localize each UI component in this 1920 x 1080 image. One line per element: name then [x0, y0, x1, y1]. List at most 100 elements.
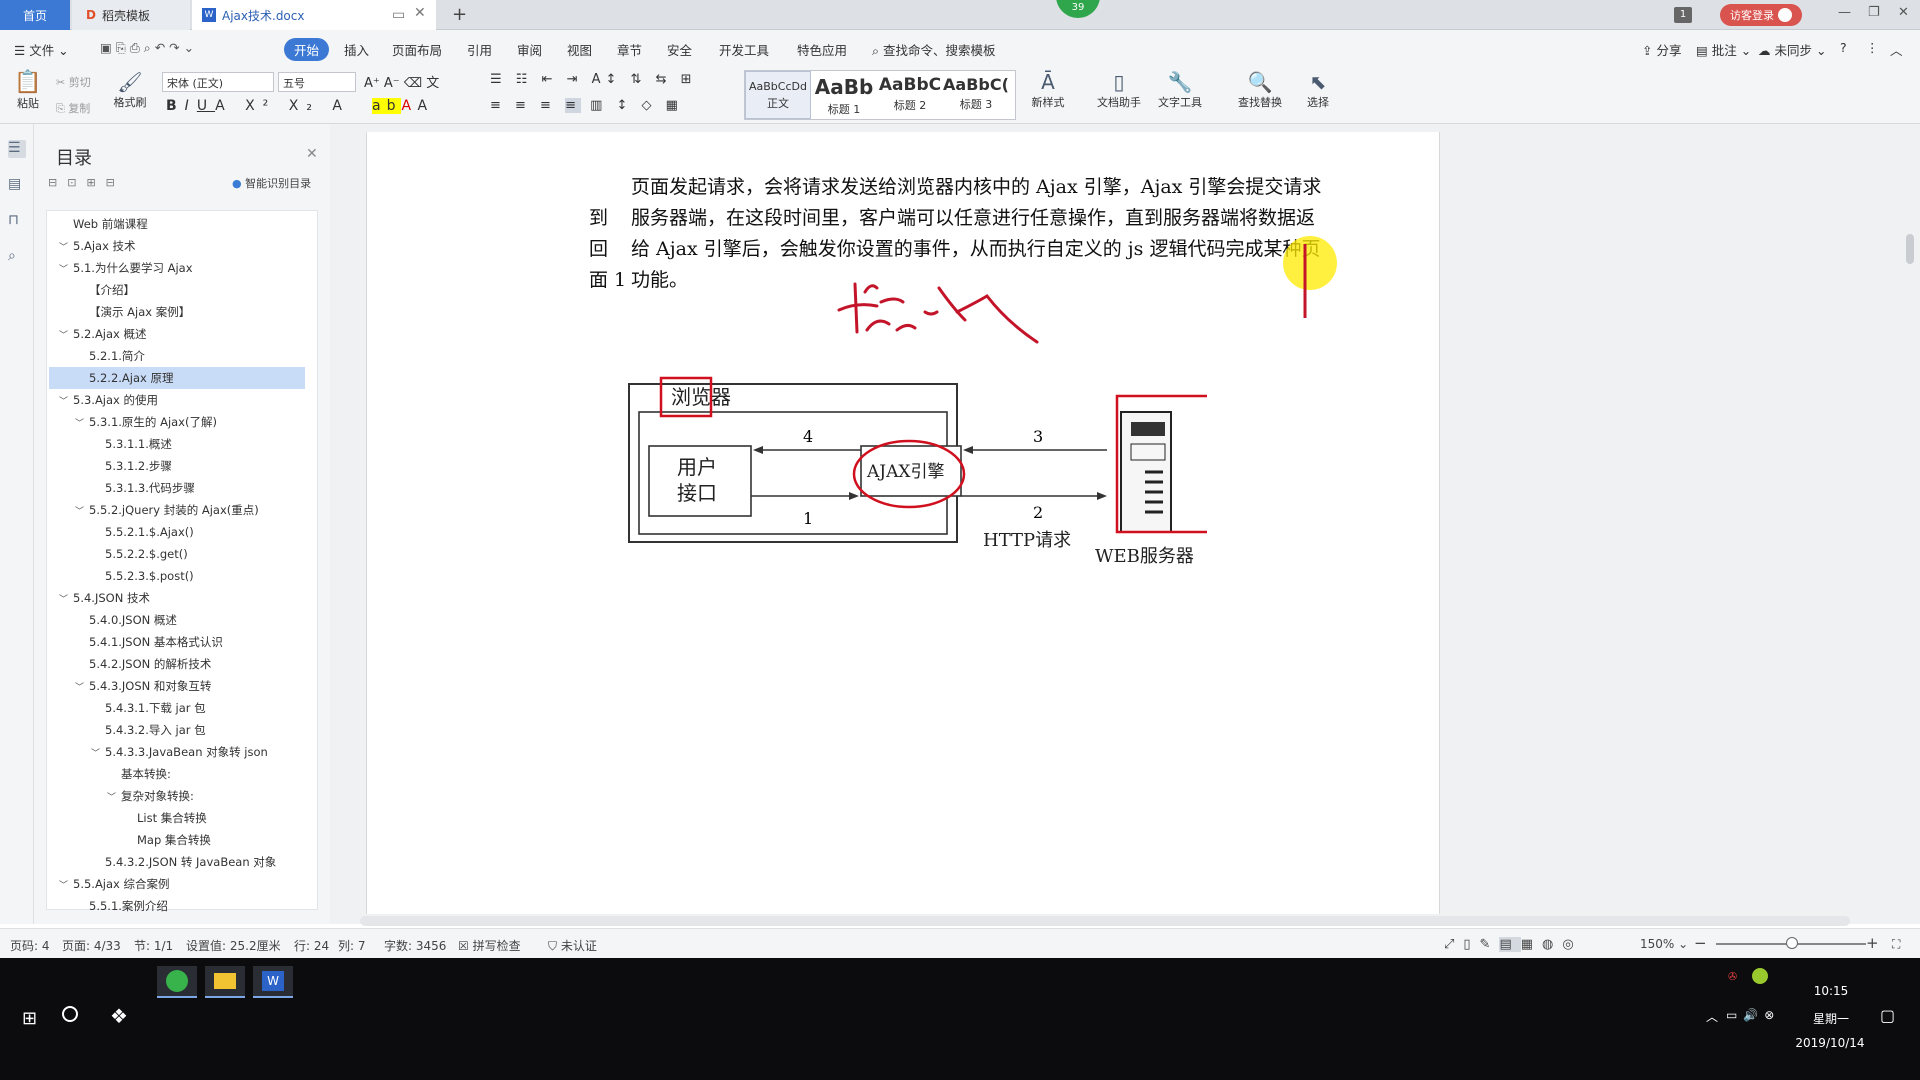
doc-helper-button[interactable]: ▯ 文档助手 — [1092, 70, 1146, 110]
cortana-icon[interactable] — [62, 1006, 78, 1022]
toc-item[interactable]: 5.4.0.JSON 概述 — [49, 609, 305, 631]
notification-icon[interactable]: ▢ — [1880, 1006, 1895, 1025]
horizontal-scrollbar[interactable] — [360, 916, 1850, 926]
toc-item[interactable]: ﹀ 5.Ajax 技术 — [49, 235, 305, 257]
vertical-scrollbar[interactable] — [1900, 124, 1920, 924]
new-tab-icon[interactable]: + — [452, 4, 467, 25]
menu-start[interactable]: 开始 — [284, 38, 330, 61]
font-size-adjust[interactable]: A⁺ A⁻ ⌫ 文 — [364, 72, 439, 91]
taskbar-wps[interactable]: W — [253, 966, 293, 998]
new-style-button[interactable]: Ā 新样式 — [1026, 70, 1070, 110]
menu-chapter[interactable]: 章节 — [617, 40, 642, 59]
toc-item[interactable]: ﹀ 5.3.Ajax 的使用 — [49, 389, 305, 411]
font-size-select[interactable]: 五号 — [278, 72, 356, 92]
list-indent-buttons[interactable]: ☰ ☷ ⇤ ⇥ A↕ ⇅ ⇆ ⊞ — [490, 72, 696, 87]
toc-expand-icon[interactable]: ﹀ — [59, 325, 73, 347]
style-gallery[interactable]: AaBbCcDd 正文 AaBb 标题 1 AaBbC 标题 2 AaBbC(标题 3 — [744, 70, 1016, 120]
tray-plus-icon[interactable] — [1752, 968, 1768, 984]
toc-item[interactable]: ﹀ 5.5.2.jQuery 封装的 Ajax(重点) — [49, 499, 305, 521]
tray-chevron-icon[interactable]: ︿ — [1706, 1008, 1718, 1025]
command-search[interactable]: ⌕ 查找命令、搜索模板 — [872, 40, 996, 59]
toc-expand-icon[interactable]: ﹀ — [59, 589, 73, 611]
toc-item[interactable]: 5.4.2.JSON 的解析技术 — [49, 653, 305, 675]
toc-item[interactable]: 5.4.3.1.下载 jar 包 — [49, 697, 305, 719]
certification-button[interactable]: ⛉ 未认证 — [548, 937, 597, 954]
clock-date[interactable]: 2019/10/14 — [1790, 1036, 1870, 1050]
monitor-icon[interactable]: ▭ — [392, 7, 405, 23]
toc-item[interactable]: 5.2.2.Ajax 原理 — [49, 367, 305, 389]
menu-review[interactable]: 审阅 — [517, 40, 542, 59]
taskbar-explorer[interactable] — [205, 966, 245, 998]
quick-access-icons[interactable]: ▣ ⎘ ⎙ ⌕ ↶ ↷ ⌄ — [100, 40, 194, 56]
toc-panel-icon[interactable]: ☰ — [8, 140, 26, 158]
toc-item[interactable]: 【演示 Ajax 案例】 — [49, 301, 305, 323]
taskbar-browser[interactable] — [157, 966, 197, 998]
zoom-select[interactable]: 150% ⌄ — [1640, 937, 1688, 951]
toc-item[interactable]: ﹀ 5.3.1.原生的 Ajax(了解) — [49, 411, 305, 433]
find-replace-button[interactable]: 🔍 查找替换 — [1230, 70, 1290, 110]
toc-item[interactable]: 5.4.3.2.导入 jar 包 — [49, 719, 305, 741]
toc-item[interactable]: Map 集合转换 — [49, 829, 305, 851]
share-button[interactable]: ⇪ 分享 — [1642, 40, 1681, 59]
toc-item[interactable]: 5.3.1.2.步骤 — [49, 455, 305, 477]
style-h2[interactable]: AaBbC 标题 2 — [877, 71, 943, 119]
close-tab-icon[interactable]: ✕ — [414, 5, 426, 21]
menu-insert[interactable]: 插入 — [344, 40, 369, 59]
toc-item[interactable]: ﹀ 5.1.为什么要学习 Ajax — [49, 257, 305, 279]
style-h1[interactable]: AaBb 标题 1 — [811, 71, 877, 119]
toc-item[interactable]: 5.5.1.案例介绍 — [49, 895, 305, 917]
remove-toc-icon[interactable]: ⊟ — [106, 176, 115, 189]
tab-templates[interactable]: D 稻壳模板 — [72, 0, 190, 30]
toc-item[interactable]: 5.4.1.JSON 基本格式认识 — [49, 631, 305, 653]
toc-item[interactable]: ﹀ 5.4.JSON 技术 — [49, 587, 305, 609]
style-normal[interactable]: AaBbCcDd 正文 — [745, 71, 811, 119]
toc-item[interactable]: 5.5.2.1.$.Ajax() — [49, 521, 305, 543]
help-icon[interactable]: ? — [1840, 40, 1847, 55]
menu-developer[interactable]: 开发工具 — [719, 40, 769, 59]
toc-item[interactable]: 5.4.3.2.JSON 转 JavaBean 对象 — [49, 851, 305, 873]
spell-check-button[interactable]: ☒ 拼写检查 — [458, 937, 521, 954]
toc-expand-icon[interactable]: ﹀ — [59, 875, 73, 897]
toc-item[interactable]: ﹀ 复杂对象转换: — [49, 785, 305, 807]
bookmark-icon[interactable]: ⊓ — [8, 212, 26, 230]
toc-item[interactable]: 5.3.1.3.代码步骤 — [49, 477, 305, 499]
copy-button[interactable]: ⎘ 复制 — [56, 100, 90, 116]
toc-item[interactable]: Web 前端课程 — [49, 213, 305, 235]
expand-all-icon[interactable]: ⊡ — [67, 176, 76, 189]
toc-item[interactable]: ﹀ 5.5.Ajax 综合案例 — [49, 873, 305, 895]
font-family-select[interactable]: 宋体 (正文) — [162, 72, 274, 92]
file-menu[interactable]: ☰ 文件 ⌄ — [14, 40, 69, 59]
status-words[interactable]: 字数: 3456 — [384, 937, 446, 954]
toc-item[interactable]: 5.5.2.2.$.get() — [49, 543, 305, 565]
toc-item[interactable]: ﹀ 5.4.3.3.JavaBean 对象转 json — [49, 741, 305, 763]
toc-item[interactable]: ﹀ 5.2.Ajax 概述 — [49, 323, 305, 345]
zoom-out-icon[interactable]: − — [1694, 934, 1707, 952]
toc-item[interactable]: ﹀ 5.4.3.JOSN 和对象互转 — [49, 675, 305, 697]
select-button[interactable]: ⬉ 选择 — [1298, 70, 1338, 110]
more-icon[interactable]: ⋮ — [1866, 40, 1879, 55]
search-panel-icon[interactable]: ⌕ — [8, 248, 26, 266]
toc-expand-icon[interactable]: ﹀ — [107, 787, 121, 809]
toc-item[interactable]: 5.3.1.1.概述 — [49, 433, 305, 455]
fullscreen-icon[interactable]: ⛶ — [1892, 937, 1900, 952]
toc-expand-icon[interactable]: ﹀ — [75, 413, 89, 435]
vertical-scroll-thumb[interactable] — [1906, 234, 1914, 264]
collapse-all-icon[interactable]: ⊟ — [48, 176, 57, 189]
comment-button[interactable]: ▤ 批注 ⌄ — [1696, 40, 1751, 59]
window-count-badge[interactable]: 1 — [1674, 7, 1692, 23]
view-mode-buttons[interactable]: ⤢▯✎▤▦◍◎ — [1444, 937, 1583, 952]
smart-toc-button[interactable]: ● 智能识别目录 — [232, 175, 311, 191]
menu-layout[interactable]: 页面布局 — [392, 40, 442, 59]
cut-button[interactable]: ✂ 剪切 — [56, 74, 91, 90]
menu-security[interactable]: 安全 — [667, 40, 692, 59]
font-format-buttons[interactable]: BIUA X² X₂ A — [166, 98, 350, 114]
zoom-in-icon[interactable]: + — [1866, 934, 1879, 952]
toc-item[interactable]: 【介绍】 — [49, 279, 305, 301]
toc-expand-icon[interactable]: ﹀ — [75, 501, 89, 523]
menu-reference[interactable]: 引用 — [467, 40, 492, 59]
toc-item[interactable]: List 集合转换 — [49, 807, 305, 829]
minimize-icon[interactable]: — — [1838, 5, 1851, 20]
visitor-login-button[interactable]: 访客登录 — [1720, 4, 1802, 26]
add-toc-icon[interactable]: ⊞ — [86, 176, 95, 189]
windows-start-icon[interactable]: ⊞ — [22, 1008, 37, 1029]
